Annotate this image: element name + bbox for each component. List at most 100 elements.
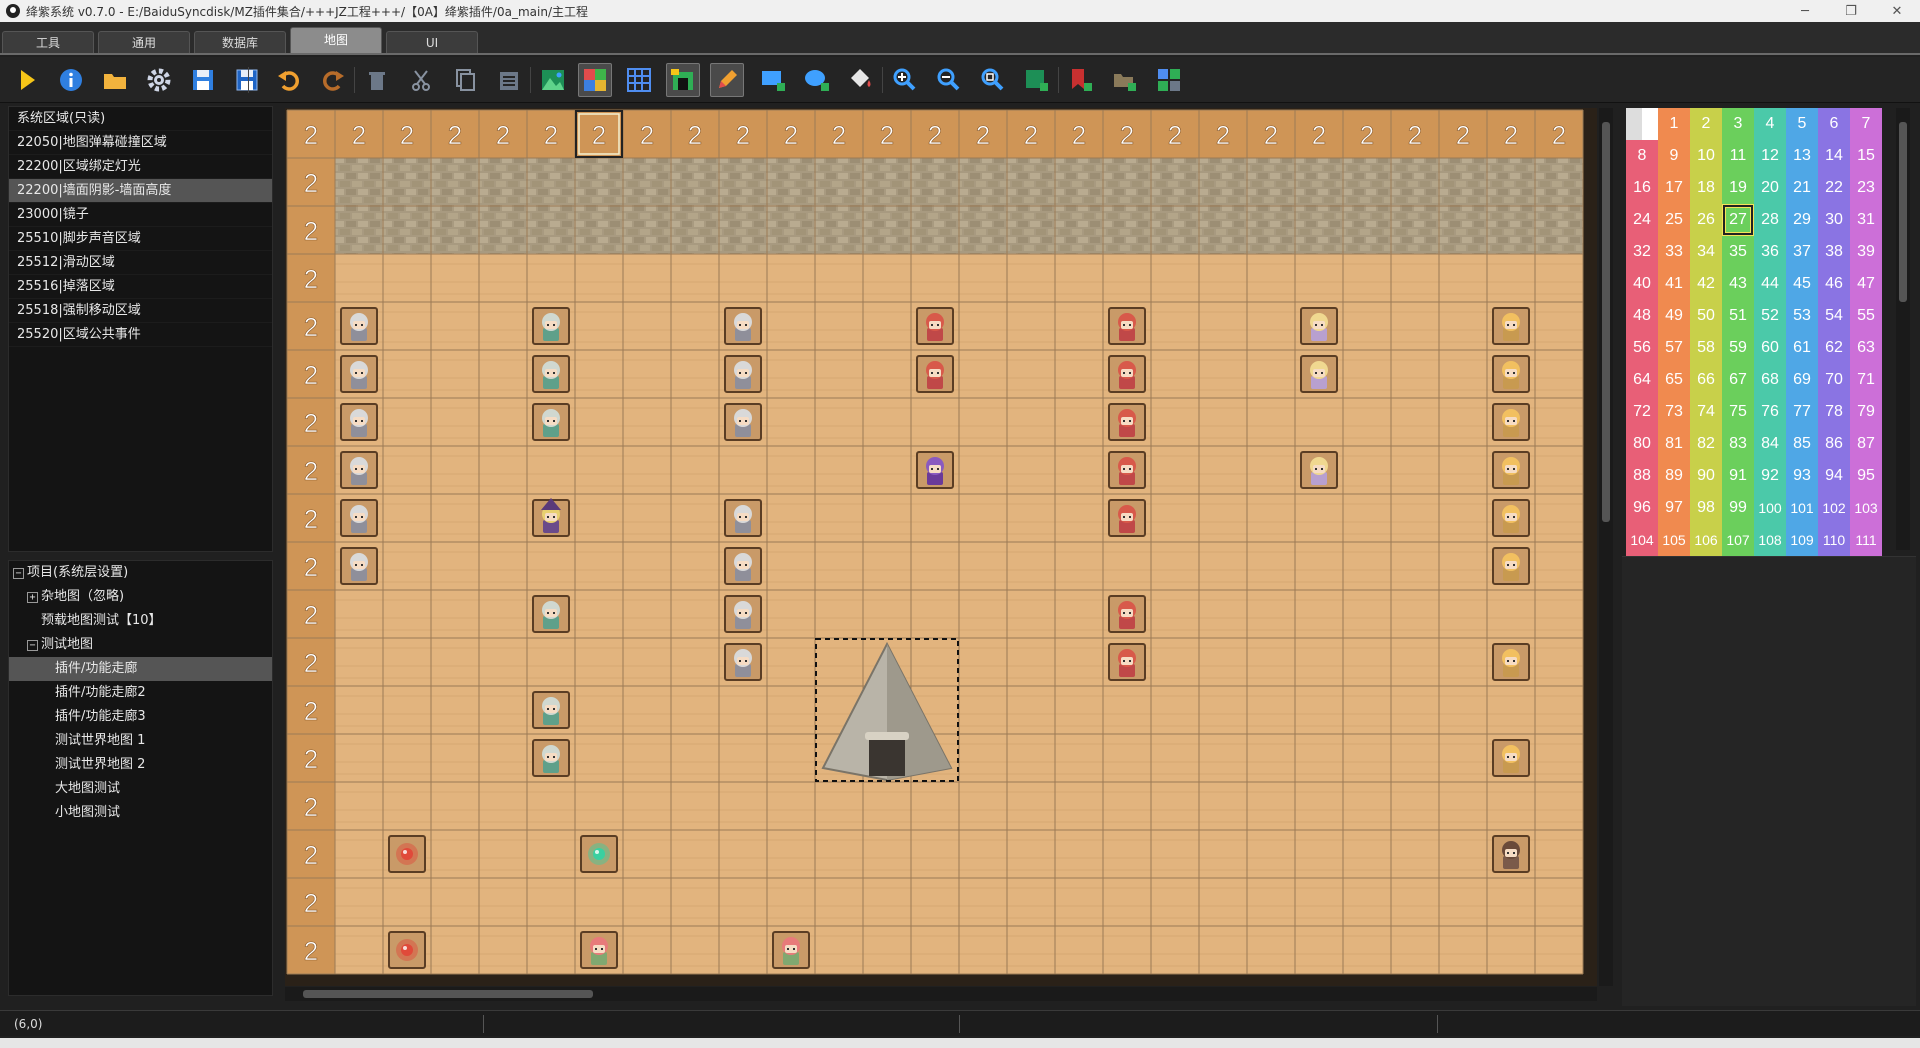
- palette-cell[interactable]: 1: [1658, 108, 1690, 140]
- palette-cell[interactable]: 44: [1754, 268, 1786, 300]
- collapse-icon[interactable]: −: [27, 639, 38, 651]
- event-elder[interactable]: [340, 547, 378, 585]
- event-red[interactable]: [1108, 499, 1146, 537]
- palette-cell[interactable]: 52: [1754, 300, 1786, 332]
- palette-cell[interactable]: 64: [1626, 364, 1658, 396]
- event-red[interactable]: [1108, 643, 1146, 681]
- region-palette[interactable]: 1 2 3 4 5 6 7 8 9 10 11 12 13 14 15 16 17 18 19 20 21 22 23 24 2…: [1626, 108, 1882, 556]
- cut-button[interactable]: [404, 63, 438, 97]
- event-red[interactable]: [1108, 595, 1146, 633]
- event-orb-red[interactable]: [388, 931, 426, 969]
- palette-cell[interactable]: 47: [1850, 268, 1882, 300]
- event-knight[interactable]: [532, 403, 570, 441]
- palette-cell[interactable]: 9: [1658, 140, 1690, 172]
- palette-cell[interactable]: 11: [1722, 140, 1754, 172]
- scroll-thumb[interactable]: [1899, 122, 1907, 302]
- palette-cell[interactable]: 12: [1754, 140, 1786, 172]
- palette-cell[interactable]: 76: [1754, 396, 1786, 428]
- palette-cell[interactable]: 70: [1818, 364, 1850, 396]
- event-gold[interactable]: [1492, 739, 1530, 777]
- event-knight[interactable]: [532, 355, 570, 393]
- palette-cell[interactable]: 87: [1850, 428, 1882, 460]
- map-tree-item[interactable]: 插件/功能走廊: [9, 657, 272, 681]
- palette-cell[interactable]: 61: [1786, 332, 1818, 364]
- event-red[interactable]: [916, 307, 954, 345]
- palette-cell[interactable]: 110: [1818, 524, 1850, 556]
- palette-cell[interactable]: 73: [1658, 396, 1690, 428]
- palette-cell[interactable]: 10: [1690, 140, 1722, 172]
- palette-cell[interactable]: 81: [1658, 428, 1690, 460]
- palette-cell[interactable]: 16: [1626, 172, 1658, 204]
- event-elder[interactable]: [340, 403, 378, 441]
- palette-cell[interactable]: 40: [1626, 268, 1658, 300]
- event-elder[interactable]: [724, 307, 762, 345]
- palette-cell[interactable]: 42: [1690, 268, 1722, 300]
- palette-cell[interactable]: 33: [1658, 236, 1690, 268]
- add-rect-button[interactable]: [756, 63, 790, 97]
- palette-cell[interactable]: 86: [1818, 428, 1850, 460]
- tab-ui[interactable]: UI: [386, 31, 478, 53]
- palette-cell[interactable]: 56: [1626, 332, 1658, 364]
- event-witch[interactable]: [532, 498, 570, 537]
- palette-cell[interactable]: 28: [1754, 204, 1786, 236]
- region-list-item[interactable]: 25512|滑动区域: [9, 251, 272, 275]
- palette-cell[interactable]: 105: [1658, 524, 1690, 556]
- region-list-item[interactable]: 系统区域(只读): [9, 107, 272, 131]
- map-tree-item[interactable]: 插件/功能走廊2: [9, 681, 272, 705]
- number-grid-button[interactable]: [578, 63, 612, 97]
- collapse-icon[interactable]: −: [13, 567, 24, 579]
- event-blonde[interactable]: [1300, 307, 1338, 345]
- palette-cell[interactable]: 99: [1722, 492, 1754, 524]
- palette-cell[interactable]: 77: [1786, 396, 1818, 428]
- event-red[interactable]: [1108, 307, 1146, 345]
- palette-cell[interactable]: 8: [1626, 140, 1658, 172]
- zoom-reset-button[interactable]: [976, 63, 1010, 97]
- add-ellipse-button[interactable]: [800, 63, 834, 97]
- palette-cell[interactable]: 59: [1722, 332, 1754, 364]
- palette-cell-empty[interactable]: [1626, 108, 1658, 140]
- palette-cell[interactable]: 65: [1658, 364, 1690, 396]
- palette-cell[interactable]: 89: [1658, 460, 1690, 492]
- event-knight[interactable]: [532, 595, 570, 633]
- event-brown[interactable]: [1492, 835, 1530, 873]
- event-knight[interactable]: [532, 307, 570, 345]
- event-gold[interactable]: [1492, 643, 1530, 681]
- palette-cell[interactable]: 94: [1818, 460, 1850, 492]
- palette-cell[interactable]: 41: [1658, 268, 1690, 300]
- event-elder[interactable]: [724, 547, 762, 585]
- palette-cell[interactable]: 75: [1722, 396, 1754, 428]
- map-tree-item[interactable]: 大地图测试: [9, 777, 272, 801]
- palette-cell[interactable]: 101: [1786, 492, 1818, 524]
- palette-cell[interactable]: 5: [1786, 108, 1818, 140]
- scroll-thumb[interactable]: [1602, 122, 1610, 522]
- info-button[interactable]: [54, 63, 88, 97]
- map-image-button[interactable]: [536, 63, 570, 97]
- fill-button[interactable]: [844, 63, 878, 97]
- palette-cell[interactable]: 39: [1850, 236, 1882, 268]
- palette-cell[interactable]: 7: [1850, 108, 1882, 140]
- tab-database[interactable]: 数据库: [194, 31, 286, 53]
- palette-cell[interactable]: 43: [1722, 268, 1754, 300]
- map-tree-item[interactable]: 预载地图测试【10】: [9, 609, 272, 633]
- event-elder[interactable]: [724, 355, 762, 393]
- new-folder-button[interactable]: [1108, 63, 1142, 97]
- palette-cell[interactable]: 37: [1786, 236, 1818, 268]
- undo-button[interactable]: [272, 63, 306, 97]
- event-elder[interactable]: [340, 499, 378, 537]
- event-gold[interactable]: [1492, 499, 1530, 537]
- palette-cell[interactable]: 55: [1850, 300, 1882, 332]
- palette-cell[interactable]: 3: [1722, 108, 1754, 140]
- map-tree-item[interactable]: 插件/功能走廊3: [9, 705, 272, 729]
- palette-cell[interactable]: 4: [1754, 108, 1786, 140]
- palette-cell[interactable]: 80: [1626, 428, 1658, 460]
- map-grid[interactable]: 2 2 2 2 2 2 2 2 2 2 2 2 2 2 2 2 2 2 2 2 2 2 2 2 2 2 2 2 2 2 2 2 2 2 2 2 2 2 2 2…: [285, 108, 1597, 986]
- palette-cell[interactable]: 90: [1690, 460, 1722, 492]
- palette-cell[interactable]: 35: [1722, 236, 1754, 268]
- palette-cell[interactable]: 83: [1722, 428, 1754, 460]
- palette-cell[interactable]: 13: [1786, 140, 1818, 172]
- maximize-button[interactable]: ❐: [1828, 0, 1874, 22]
- palette-cell[interactable]: 107: [1722, 524, 1754, 556]
- palette-cell[interactable]: 45: [1786, 268, 1818, 300]
- palette-cell[interactable]: 60: [1754, 332, 1786, 364]
- tab-common[interactable]: 通用: [98, 31, 190, 53]
